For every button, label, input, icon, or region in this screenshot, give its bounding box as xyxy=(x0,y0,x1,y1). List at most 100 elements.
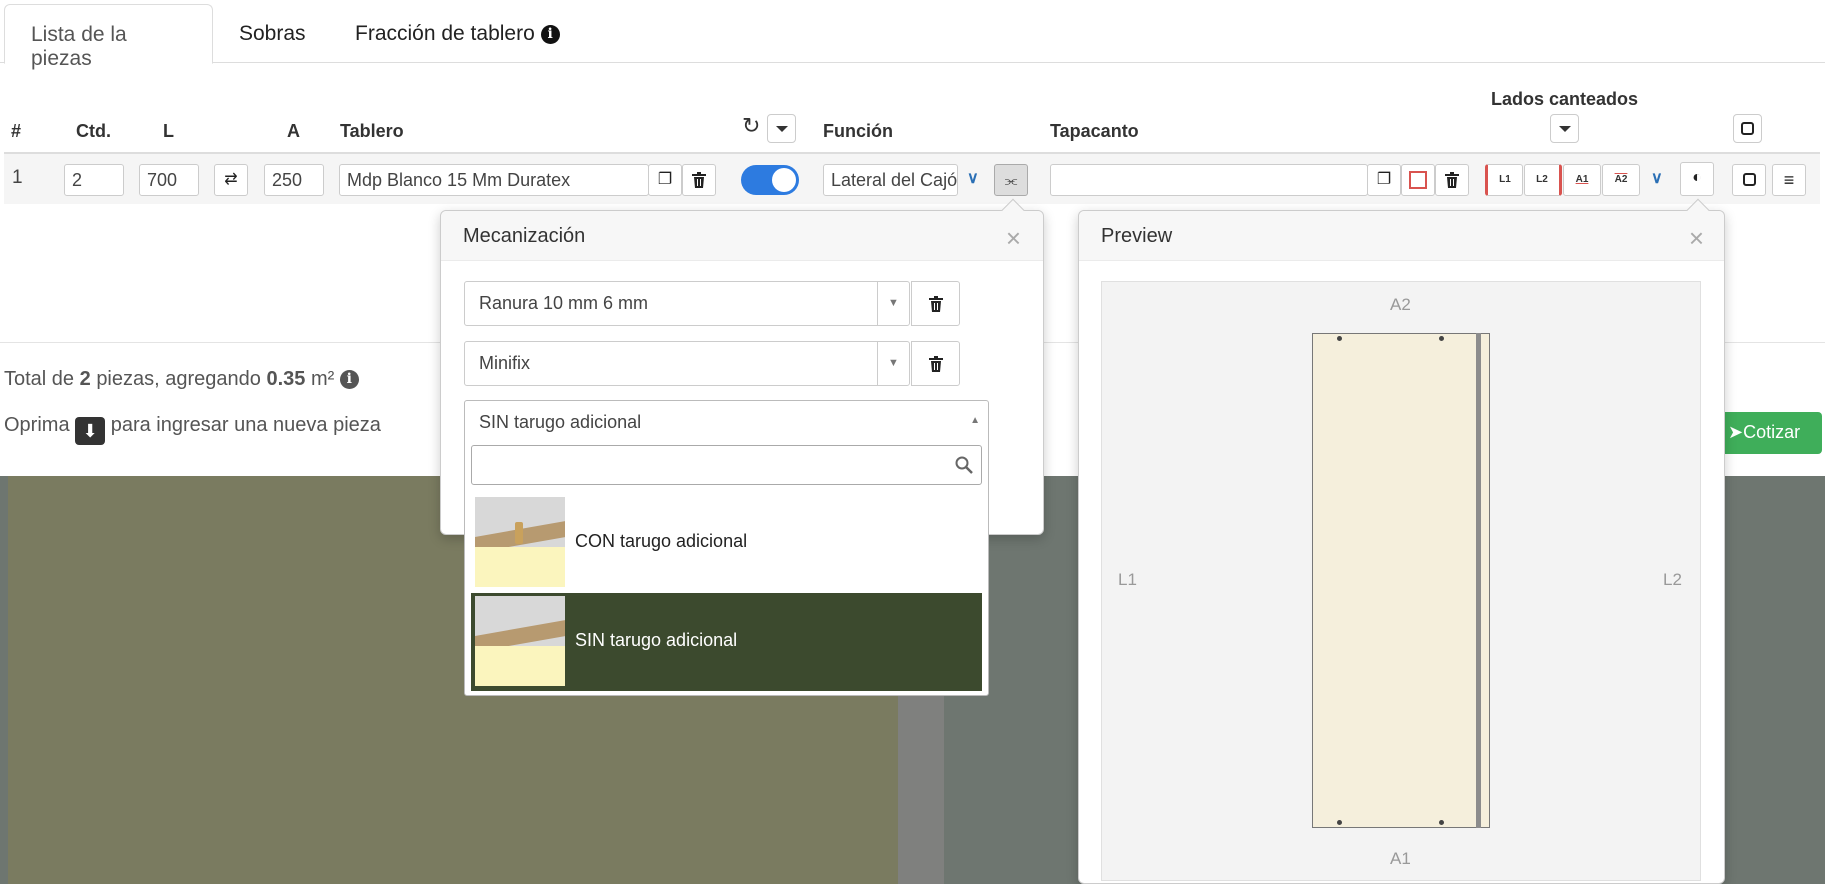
preview-popover-title: Preview xyxy=(1079,211,1724,261)
board-face xyxy=(475,547,565,587)
totals-middle: piezas, agregando xyxy=(96,368,261,390)
caret-up-icon[interactable]: ▲ xyxy=(970,415,980,426)
square-icon xyxy=(1741,122,1754,135)
header-width: A xyxy=(287,121,300,141)
caret-down-icon xyxy=(775,126,788,132)
square-icon xyxy=(1742,173,1756,186)
auto-rotate-toggle[interactable] xyxy=(741,165,799,195)
trash-icon xyxy=(1445,172,1459,188)
tab-fraccion-tablero[interactable]: Fracción de tablero i xyxy=(329,4,586,64)
header-edging: Tapacanto xyxy=(1050,121,1139,141)
dowel-shape xyxy=(515,522,523,544)
arrow-down-key-icon: ⬇ xyxy=(75,417,106,445)
cotizar-label: Cotizar xyxy=(1743,422,1801,442)
send-icon: ➤ xyxy=(1728,422,1744,442)
board-input[interactable]: Mdp Blanco 15 Mm Duratex xyxy=(339,164,649,196)
machining-popover-title: Mecanización xyxy=(441,211,1043,261)
machining-select-2[interactable]: Minifix ▼ xyxy=(464,341,910,386)
delete-machining-2-button[interactable] xyxy=(911,341,960,386)
tab-label: Fracción de tablero xyxy=(355,22,535,45)
eye-slash-icon: ◐ xyxy=(1692,169,1702,186)
edge-a2-button[interactable]: A2 xyxy=(1602,164,1640,196)
tab-lista-piezas[interactable]: Lista de la piezas xyxy=(4,4,213,70)
length-input[interactable]: 700 xyxy=(139,164,199,196)
copy-icon: ❐ xyxy=(657,171,673,188)
hole-dot xyxy=(1337,820,1342,825)
toggle-dropdown-button[interactable] xyxy=(767,114,796,143)
swap-dimensions-button[interactable]: ⇄ xyxy=(214,164,248,196)
hint-before: Oprima xyxy=(4,414,70,436)
no-edging-button[interactable] xyxy=(1401,164,1435,196)
dropdown-option-sin[interactable]: SIN tarugo adicional xyxy=(471,593,982,691)
info-icon[interactable]: i xyxy=(339,370,359,389)
chevron-down-icon[interactable]: ∨ xyxy=(967,168,979,188)
function-input[interactable]: Lateral del Cajón xyxy=(823,164,958,196)
select-all-button[interactable] xyxy=(1733,114,1762,143)
header-qty: Ctd. xyxy=(76,121,111,141)
delete-machining-1-button[interactable] xyxy=(911,281,960,326)
cotizar-button[interactable]: ➤Cotizar xyxy=(1720,412,1822,454)
swap-icon: ⇄ xyxy=(224,171,238,188)
machining-select-1[interactable]: Ranura 10 mm 6 mm ▼ xyxy=(464,281,910,326)
row-menu-button[interactable]: ≡ xyxy=(1772,164,1806,196)
qty-input[interactable]: 2 xyxy=(64,164,124,196)
dropdown-option-con[interactable]: CON tarugo adicional xyxy=(471,494,982,592)
close-icon[interactable]: × xyxy=(1006,223,1021,254)
edge-l2-button[interactable]: L2 xyxy=(1524,164,1562,196)
preview-label-top: A2 xyxy=(1390,295,1411,314)
totals-unit: m² xyxy=(310,368,335,390)
dropdown-selected-value[interactable]: SIN tarugo adicional xyxy=(479,412,641,433)
header-board: Tablero xyxy=(340,121,404,141)
totals-summary: Total de 2 piezas, agregando 0.35 m² i xyxy=(4,368,359,391)
board-face xyxy=(475,646,565,686)
width-input[interactable]: 250 xyxy=(264,164,324,196)
piece-options-button[interactable] xyxy=(1732,164,1766,196)
caret-down-icon: ▼ xyxy=(877,282,909,325)
red-square-icon xyxy=(1409,171,1427,189)
copy-board-button[interactable]: ❐ xyxy=(648,164,682,196)
hole-dot xyxy=(1439,820,1444,825)
close-icon[interactable]: × xyxy=(1689,223,1704,254)
header-num: # xyxy=(11,121,22,141)
edged-sides-dropdown-button[interactable] xyxy=(1550,114,1579,143)
select-value: Ranura 10 mm 6 mm xyxy=(479,293,649,313)
dowel-thumbnail xyxy=(475,497,565,587)
chevron-down-icon[interactable]: ∨ xyxy=(1651,168,1663,188)
dowel-thumbnail xyxy=(475,596,565,686)
machining-button[interactable]: ⫘ xyxy=(994,164,1028,196)
hole-dot xyxy=(1337,336,1342,341)
groove-line xyxy=(1476,333,1481,828)
toggle-knob xyxy=(772,168,796,192)
dowel-dropdown: SIN tarugo adicional ▲ CON tarugo adicio… xyxy=(464,400,989,696)
delete-edging-button[interactable] xyxy=(1435,164,1469,196)
header-function: Función xyxy=(823,121,893,141)
edge-a1-button[interactable]: A1 xyxy=(1563,164,1601,196)
copy-edging-button[interactable]: ❐ xyxy=(1367,164,1401,196)
tab-sobras[interactable]: Sobras xyxy=(213,4,332,64)
header-edged-sides: Lados canteados xyxy=(1491,89,1639,109)
trash-icon xyxy=(928,296,943,312)
piece-preview xyxy=(1312,333,1490,828)
hole-dot xyxy=(1439,336,1444,341)
caret-down-icon xyxy=(1558,126,1571,132)
drill-icon: ⫘ xyxy=(1004,172,1018,188)
select-value: Minifix xyxy=(479,353,531,373)
refresh-icon[interactable]: ↻ xyxy=(742,113,760,139)
new-piece-hint: Oprima ⬇ para ingresar una nueva pieza xyxy=(4,414,381,445)
copy-icon: ❐ xyxy=(1376,171,1392,188)
tab-label: Lista de la piezas xyxy=(31,23,127,70)
caret-down-icon: ▼ xyxy=(877,342,909,385)
option-label: SIN tarugo adicional xyxy=(575,630,738,650)
preview-toggle-button[interactable]: ◐ xyxy=(1680,162,1714,196)
totals-area: 0.35 xyxy=(266,368,306,390)
tab-label: Sobras xyxy=(239,22,306,45)
hint-after: para ingresar una nueva pieza xyxy=(110,414,381,436)
info-icon[interactable]: i xyxy=(540,25,560,44)
delete-board-button[interactable] xyxy=(682,164,716,196)
dropdown-search-input[interactable] xyxy=(471,445,982,485)
edging-input[interactable] xyxy=(1050,164,1368,196)
edge-l1-button[interactable]: L1 xyxy=(1485,164,1523,196)
tab-bar: Lista de la piezas Sobras Fracción de ta… xyxy=(0,0,1825,70)
preview-label-right: L2 xyxy=(1663,570,1682,589)
option-label: CON tarugo adicional xyxy=(575,531,748,551)
